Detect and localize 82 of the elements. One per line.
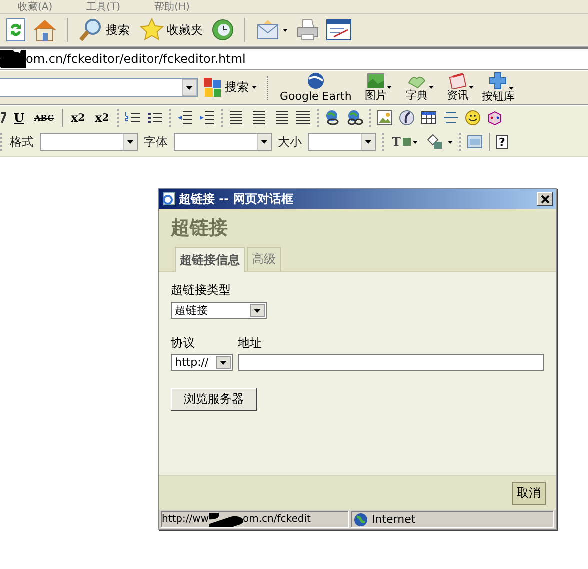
tab[interactable]: 超链接信息 (175, 247, 245, 272)
edit-page-icon[interactable] (326, 19, 352, 41)
dropdown-arrow-icon[interactable] (254, 308, 261, 312)
mail-icon (256, 19, 280, 41)
caret-icon (509, 87, 514, 90)
indent-icon[interactable] (199, 110, 216, 126)
news-icon (448, 73, 467, 89)
caret-icon (412, 140, 418, 144)
link-icon[interactable] (325, 110, 342, 126)
link-type-select[interactable]: 超链接 (171, 302, 267, 319)
plus-icon (489, 72, 508, 90)
menu-item[interactable]: 工具(T) (86, 2, 121, 13)
protocol-select[interactable]: http:// (171, 354, 233, 371)
image-icon[interactable] (377, 110, 394, 126)
dropdown-arrow-icon[interactable] (365, 140, 372, 144)
status-url: http://ww (162, 514, 209, 525)
redaction-scribble (209, 512, 243, 526)
field-label: 超链接类型 (171, 282, 232, 299)
caret-icon (468, 86, 474, 89)
format-label: 格式 (10, 134, 34, 150)
close-button[interactable] (537, 192, 553, 206)
cancel-button[interactable]: 取消 (512, 482, 546, 504)
strikethrough-button[interactable]: ABC (32, 108, 56, 128)
status-url: om.cn/fckedit (243, 514, 311, 525)
underline-button[interactable]: U (12, 108, 26, 128)
search-button[interactable]: 搜索 (77, 16, 132, 44)
dropdown-arrow-icon[interactable] (127, 140, 134, 144)
window-title: 超链接 -- 网页对话框 (179, 190, 294, 208)
horizontal-rule-icon[interactable] (443, 110, 460, 126)
help-button[interactable]: ? (496, 135, 508, 149)
caret-icon (428, 86, 434, 89)
google-logo-icon (204, 78, 222, 98)
globe-icon (354, 512, 368, 526)
toolbar-button[interactable]: 图片 (358, 73, 394, 102)
search-combo-field[interactable] (0, 78, 198, 97)
printer-icon[interactable] (296, 18, 320, 42)
smiley-icon[interactable] (465, 110, 482, 126)
security-zone: Internet (372, 513, 416, 526)
toolbar-button[interactable]: 字典 (398, 73, 436, 102)
unlink-icon[interactable] (347, 110, 364, 126)
color-swatch-icon (402, 138, 411, 146)
field-label: 协议 (171, 335, 196, 352)
caret-icon (283, 28, 288, 32)
justify-icon[interactable] (295, 110, 312, 126)
refresh-icon[interactable] (6, 18, 26, 42)
ie-page-icon (162, 192, 176, 206)
source-icon[interactable] (466, 134, 483, 150)
caret-icon (252, 86, 257, 89)
url-input-field[interactable] (238, 354, 544, 371)
history-icon[interactable] (211, 18, 235, 42)
align-center-icon[interactable] (251, 110, 268, 126)
google-search-button[interactable]: 搜索 (202, 74, 259, 102)
search-icon (79, 18, 103, 42)
font-label: 字体 (144, 134, 168, 150)
table-icon[interactable] (421, 110, 438, 126)
bullet-list-icon[interactable] (147, 110, 164, 126)
menu-item[interactable]: 收藏(A) (18, 2, 53, 13)
italic-icon[interactable] (0, 110, 6, 126)
size-label: 大小 (278, 134, 302, 150)
browse-server-button[interactable]: 浏览服务器 (171, 388, 257, 411)
menu-item[interactable]: 帮助(H) (154, 2, 190, 13)
caret-icon (448, 140, 453, 144)
field-label: 地址 (238, 335, 263, 352)
align-right-icon[interactable] (273, 110, 290, 126)
favorites-button[interactable]: 收藏夹 (138, 16, 205, 44)
toolbar-button[interactable]: 资讯 (440, 73, 476, 102)
outdent-icon[interactable] (177, 110, 194, 126)
toolbar-button[interactable]: Google Earth (278, 72, 354, 103)
image-icon (366, 73, 385, 89)
dialog-heading: 超链接 (171, 216, 229, 241)
dropdown-arrow-icon[interactable] (220, 360, 227, 364)
close-icon (540, 194, 550, 204)
caret-icon (386, 86, 392, 89)
redaction-scribble (0, 50, 26, 68)
toolbar-button[interactable]: 按钮库 (480, 72, 517, 103)
text-color-button[interactable]: T (390, 132, 420, 152)
globe-icon (306, 72, 325, 90)
home-icon[interactable] (32, 18, 58, 42)
star-icon (140, 18, 164, 42)
dropdown-arrow-icon[interactable] (186, 86, 193, 90)
background-color-icon[interactable] (426, 134, 442, 150)
dropdown-arrow-icon[interactable] (261, 140, 268, 144)
